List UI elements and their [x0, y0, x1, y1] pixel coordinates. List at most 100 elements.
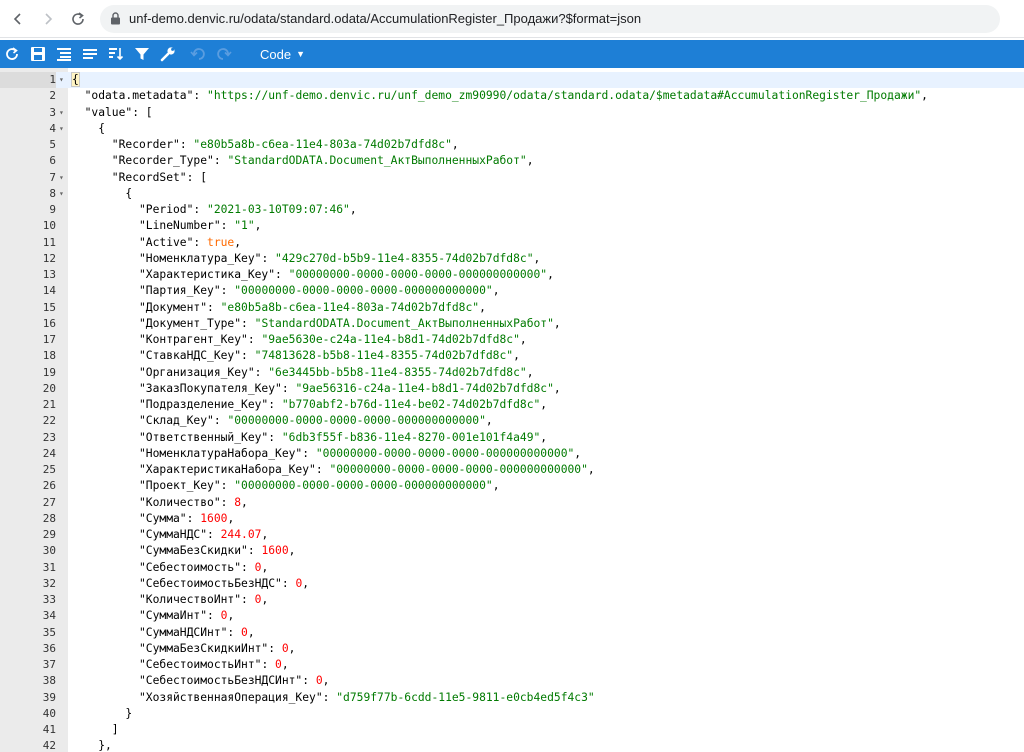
- back-button[interactable]: [6, 7, 30, 31]
- code-token: :: [220, 479, 235, 493]
- code-token: "6db3f55f-b836-11e4-8270-001e101f4a49": [281, 430, 541, 444]
- code-line[interactable]: 42},: [0, 738, 1024, 752]
- code-token: {: [125, 186, 133, 200]
- code-token: ,: [519, 333, 527, 346]
- code-line[interactable]: 21 "Подразделение_Key": "b770abf2-b76d-11…: [0, 397, 1024, 413]
- code-line[interactable]: 29 "СуммаНДС": 244.07,: [0, 527, 1024, 543]
- line-number: 42: [42, 739, 56, 752]
- code-line[interactable]: 11 "Active": true,: [0, 235, 1024, 251]
- code-line[interactable]: 4 ▾ {: [0, 121, 1024, 137]
- code-line[interactable]: 19 "Организация_Key": "6e3445bb-b5b8-11e4…: [0, 365, 1024, 381]
- code-line[interactable]: 28 "Сумма": 1600,: [0, 511, 1024, 527]
- code-line[interactable]: 20 "ЗаказПокупателя_Key": "9ae56316-c24a-…: [0, 381, 1024, 397]
- code-text: "Склад_Key": "00000000-0000-0000-0000-00…: [71, 413, 493, 429]
- code-token: :: [261, 251, 276, 265]
- code-token: :: [220, 219, 235, 233]
- compact-button[interactable]: [80, 44, 100, 64]
- code-line[interactable]: 15 "Документ": "e80b5a8b-c6ea-11e4-803a-7…: [0, 300, 1024, 316]
- code-text: "Контрагент_Key": "9ae5630e-c24a-11e4-b8…: [71, 332, 527, 348]
- code-line[interactable]: 41]: [0, 722, 1024, 738]
- code-lines: 1 ▾{2 "odata.metadata": "https://unf-demo.…: [0, 72, 1024, 752]
- code-text: "Period": "2021-03-10T09:07:46",: [71, 202, 357, 218]
- code-line[interactable]: 26 "Проект_Key": "00000000-0000-0000-0000…: [0, 478, 1024, 494]
- save-button[interactable]: [28, 44, 48, 64]
- code-line[interactable]: 12 "Номенклатура_Key": "429c270d-b5b9-11e…: [0, 251, 1024, 267]
- code-token: ,: [921, 89, 928, 103]
- code-line[interactable]: 37 "СебестоимостьИнт": 0,: [0, 657, 1024, 673]
- code-line[interactable]: 22 "Склад_Key": "00000000-0000-0000-0000-…: [0, 413, 1024, 429]
- code-token: :: [275, 268, 289, 281]
- line-number: 27: [42, 495, 56, 509]
- code-text: "СуммаНДСИнт": 0,: [71, 625, 255, 641]
- code-line[interactable]: 6 "Recorder_Type": "StandardODATA.Documen…: [0, 153, 1024, 169]
- code-line[interactable]: 5 "Recorder": "e80b5a8b-c6ea-11e4-803a-74…: [0, 137, 1024, 153]
- code-token: "00000000-0000-0000-0000-000000000000": [227, 414, 486, 428]
- code-line[interactable]: 2 "odata.metadata": "https://unf-demo.den…: [0, 88, 1024, 104]
- reload-icon: [72, 11, 84, 25]
- fold-toggle-icon[interactable]: ▾: [59, 186, 69, 202]
- repair-button[interactable]: [158, 44, 178, 64]
- code-line[interactable]: 32 "СебестоимостьБезНДС": 0,: [0, 576, 1024, 592]
- code-token: "ХозяйственнаяОперация_Key": [139, 690, 323, 704]
- url-field[interactable]: unf-demo.denvic.ru/odata/standard.odata/…: [100, 4, 1000, 33]
- format-button[interactable]: [54, 44, 74, 64]
- code-token: "2021-03-10T09:07:46": [207, 203, 350, 216]
- redo-icon: [217, 48, 232, 60]
- code-token: 0: [241, 625, 248, 639]
- code-line[interactable]: 24 "НоменклатураНабора_Key": "00000000-00…: [0, 446, 1024, 462]
- undo-button[interactable]: [188, 44, 208, 64]
- refresh-button[interactable]: [2, 44, 22, 64]
- code-token: "ЗаказПокупателя_Key": [139, 381, 282, 395]
- code-token: :: [322, 690, 337, 704]
- code-line[interactable]: 36 "СуммаБезСкидкиИнт": 0,: [0, 641, 1024, 657]
- code-line[interactable]: 23 "Ответственный_Key": "6db3f55f-b836-11…: [0, 430, 1024, 446]
- code-line[interactable]: 16 "Документ_Type": "StandardODATA.Docume…: [0, 316, 1024, 332]
- code-line[interactable]: 1 ▾{: [0, 72, 1024, 89]
- code-line[interactable]: 33 "КоличествоИнт": 0,: [0, 592, 1024, 608]
- code-line[interactable]: 39 "ХозяйственнаяОперация_Key": "d759f77b…: [0, 690, 1024, 706]
- code-token: ,: [234, 235, 242, 249]
- code-line[interactable]: 30 "СуммаБезСкидки": 1600,: [0, 543, 1024, 559]
- sort-button[interactable]: [106, 44, 126, 64]
- code-line[interactable]: 18 "СтавкаНДС_Key": "74813628-b5b8-11e4-8…: [0, 348, 1024, 364]
- code-line[interactable]: 17 "Контрагент_Key": "9ae5630e-c24a-11e4-…: [0, 332, 1024, 348]
- code-token: "Партия_Key": [139, 284, 221, 298]
- fold-toggle-icon[interactable]: ▾: [59, 170, 69, 186]
- reload-button[interactable]: [66, 7, 90, 31]
- line-number: 2: [49, 89, 56, 103]
- code-token: ,: [261, 560, 269, 574]
- code-line[interactable]: 38 "СебестоимостьБезНДСИнт": 0,: [0, 673, 1024, 689]
- code-token: ,: [227, 511, 235, 525]
- code-line[interactable]: 8 ▾ {: [0, 186, 1024, 202]
- code-line[interactable]: 35 "СуммаНДСИнт": 0,: [0, 625, 1024, 641]
- code-token: 1600: [261, 544, 289, 558]
- code-token: ,: [526, 365, 534, 379]
- code-line[interactable]: 27 "Количество": 8,: [0, 495, 1024, 511]
- mode-dropdown[interactable]: Code ▼: [260, 47, 305, 62]
- code-token: "00000000-0000-0000-0000-000000000000": [234, 284, 493, 298]
- code-line[interactable]: 25 "ХарактеристикаНабора_Key": "00000000-…: [0, 462, 1024, 478]
- code-line[interactable]: 13 "Характеристика_Key": "00000000-0000-0…: [0, 267, 1024, 283]
- fold-toggle-icon[interactable]: ▾: [59, 121, 69, 137]
- filter-button[interactable]: [132, 44, 152, 64]
- code-line[interactable]: 40}: [0, 706, 1024, 722]
- code-token: :: [302, 446, 316, 460]
- code-line[interactable]: 9 "Period": "2021-03-10T09:07:46",: [0, 202, 1024, 218]
- code-editor[interactable]: 1 ▾{2 "odata.metadata": "https://unf-demo.…: [0, 68, 1024, 752]
- fold-toggle-icon[interactable]: ▾: [59, 72, 69, 88]
- code-line[interactable]: 34 "СуммаИнт": 0,: [0, 608, 1024, 624]
- code-text: "НоменклатураНабора_Key": "00000000-0000…: [71, 446, 581, 462]
- forward-button[interactable]: [36, 7, 60, 31]
- code-line[interactable]: 31 "Себестоимость": 0,: [0, 560, 1024, 576]
- code-token: :: [302, 674, 316, 688]
- code-line[interactable]: 3 ▾ "value": [: [0, 105, 1024, 121]
- fold-toggle-icon[interactable]: ▾: [59, 105, 69, 121]
- code-token: 0: [275, 658, 282, 671]
- code-line[interactable]: 7 ▾ "RecordSet": [: [0, 170, 1024, 186]
- redo-button[interactable]: [214, 44, 234, 64]
- line-number: 1: [0, 72, 56, 89]
- code-token: "Active": [139, 235, 194, 249]
- code-line[interactable]: 14 "Партия_Key": "00000000-0000-0000-0000…: [0, 283, 1024, 299]
- code-token: :: [247, 544, 262, 558]
- code-line[interactable]: 10 "LineNumber": "1",: [0, 218, 1024, 234]
